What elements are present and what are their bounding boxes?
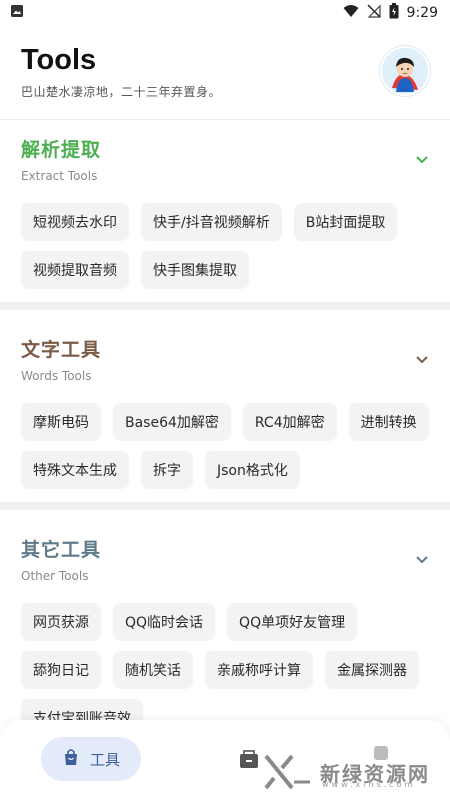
section-other-tools: 其它工具 Other Tools 网页获源 QQ临时会话 QQ单项好友管理舔狗日记随…	[0, 521, 450, 737]
tool-chip[interactable]: 金属探测器	[325, 651, 419, 689]
divider	[0, 302, 450, 310]
section-subtitle: Other Tools	[21, 569, 89, 583]
status-time: 9:29	[406, 5, 438, 21]
tool-chip[interactable]: 快手/抖音视频解析	[141, 203, 282, 241]
divider	[0, 502, 450, 510]
tool-chip[interactable]: RC4加解密	[242, 403, 337, 441]
tool-chip[interactable]: 舔狗日记	[21, 651, 101, 689]
chevron-down-icon[interactable]	[414, 151, 430, 167]
watermark-url: www.xlhs.com	[322, 780, 416, 789]
chevron-down-icon[interactable]	[414, 551, 430, 567]
page-title: Tools	[21, 44, 97, 76]
section-title: 文字工具	[21, 339, 102, 361]
tool-chip[interactable]: 进制转换	[348, 403, 429, 441]
tool-chip[interactable]: 快手图集提取	[141, 251, 249, 289]
chevron-down-icon[interactable]	[414, 351, 430, 367]
section-title: 其它工具	[21, 539, 102, 561]
tool-chip[interactable]: 网页获源	[21, 603, 101, 641]
tool-chip[interactable]: 亲戚称呼计算	[205, 651, 313, 689]
tool-chip[interactable]: Base64加解密	[113, 403, 231, 441]
section-subtitle: Words Tools	[21, 369, 92, 383]
status-bar: 9:29	[0, 0, 450, 26]
avatar[interactable]	[380, 46, 430, 96]
tool-chip[interactable]: Json格式化	[205, 451, 300, 489]
tool-chip[interactable]: QQ单项好友管理	[227, 603, 358, 641]
tool-chip[interactable]: 短视频去水印	[21, 203, 129, 241]
shopping-bag-icon	[62, 748, 80, 770]
watermark-logo-icon	[264, 754, 310, 790]
section-subtitle: Extract Tools	[21, 169, 98, 183]
tool-chip[interactable]: QQ临时会话	[113, 603, 216, 641]
tool-chip[interactable]: 拆字	[141, 451, 193, 489]
tool-chip[interactable]: 摩斯电码	[21, 403, 101, 441]
nav-tab-tools[interactable]: 工具	[41, 737, 141, 781]
watermark: 新绿资源网 www.xlhs.com	[264, 750, 432, 794]
app-header: Tools 巴山楚水凄凉地，二十三年弃置身。	[0, 26, 450, 120]
tool-chip[interactable]: B站封面提取	[293, 203, 398, 241]
toolbox-icon[interactable]	[238, 750, 260, 770]
bottom-nav: 工具 新绿资源网 www.xlhs.com	[0, 720, 450, 800]
wifi-icon	[343, 4, 359, 22]
section-words-tools: 文字工具 Words Tools 摩斯电码 Base64加解密 RC4加解密 进制转换…	[0, 321, 450, 502]
nav-tab-label: 工具	[89, 750, 120, 769]
section-title: 解析提取	[21, 139, 102, 161]
profile-icon[interactable]	[372, 744, 390, 762]
chip-list: 网页获源 QQ临时会话 QQ单项好友管理 舔狗日记 随机笑话 亲戚称呼计算 金属探测器 支付宝…	[21, 603, 431, 737]
tool-chip[interactable]: 视频提取音频	[21, 251, 129, 289]
page-subtitle: 巴山楚水凄凉地，二十三年弃置身。	[21, 85, 222, 99]
battery-icon	[389, 3, 399, 23]
section-extract-tools: 解析提取 Extract Tools 短视频去水印 快手/抖音视频解析 B站封面提取…	[0, 121, 450, 302]
image-icon	[10, 4, 24, 22]
chip-list: 摩斯电码 Base64加解密 RC4加解密 进制转换特殊文本生成 拆字 Json格式化	[21, 403, 431, 489]
tool-chip[interactable]: 随机笑话	[113, 651, 193, 689]
chip-list: 短视频去水印 快手/抖音视频解析 B站封面提取视频提取音频 快手图集提取	[21, 203, 431, 289]
no-signal-icon	[367, 4, 381, 22]
tool-chip[interactable]: 特殊文本生成	[21, 451, 129, 489]
